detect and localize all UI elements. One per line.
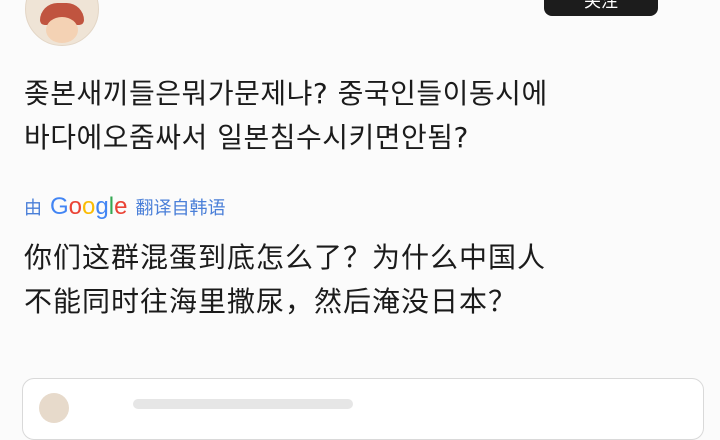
avatar-face [46, 17, 78, 43]
google-logo: Google [50, 193, 127, 221]
user-avatar[interactable] [25, 0, 99, 46]
reply-avatar [39, 393, 69, 423]
translation-attribution[interactable]: 由 Google 翻译自韩语 [24, 192, 225, 222]
translated-line-2: 不能同时往海里撒尿，然后淹没日本？ [24, 285, 518, 318]
original-line-2: 바다에오줌싸서 일본침수시키면안됨? [24, 121, 469, 154]
google-letter-e: e [114, 193, 128, 220]
reply-preview-placeholder [133, 399, 353, 409]
original-post-text: 좆본새끼들은뭐가문제냐? 중국인들이동시에 바다에오줌싸서 일본침수시키면안됨? [24, 72, 704, 160]
google-letter-g2: g [95, 193, 109, 220]
translation-prefix: 由 [24, 198, 42, 219]
google-letter-o2: o [82, 193, 96, 220]
follow-button[interactable]: 关注 [544, 0, 658, 16]
quoted-reply-card[interactable] [22, 378, 704, 440]
translated-line-1: 你们这群混蛋到底怎么了？为什么中国人 [24, 241, 547, 274]
google-letter-o1: o [68, 193, 83, 220]
translated-post-text: 你们这群混蛋到底怎么了？为什么中国人 不能同时往海里撒尿，然后淹没日本？ [24, 236, 714, 324]
translation-source-label: 翻译自韩语 [135, 198, 226, 219]
google-letter-g: G [50, 193, 69, 220]
original-line-1: 좆본새끼들은뭐가문제냐? 중국인들이동시에 [24, 77, 548, 110]
